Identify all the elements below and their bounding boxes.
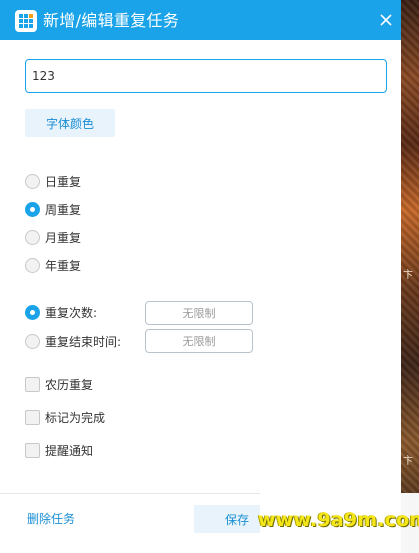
radio-button-selected[interactable]	[25, 201, 40, 217]
checkbox-mark-complete[interactable]: 标记为完成	[25, 407, 105, 427]
background-glyph: 卞	[403, 270, 413, 281]
radio-label: 月重复	[45, 230, 82, 245]
font-color-button[interactable]: 字体颜色	[25, 109, 115, 137]
radio-label: 周重复	[45, 202, 82, 217]
checkbox-label: 提醒通知	[45, 443, 94, 458]
footer-divider	[0, 493, 260, 494]
checkbox[interactable]	[25, 376, 40, 392]
window-title: 新增/编辑重复任务	[43, 11, 180, 30]
checkbox[interactable]	[25, 442, 40, 458]
radio-daily-repeat[interactable]: 日重复	[25, 171, 81, 191]
repeat-task-dialog: 新增/编辑重复任务 字体颜色 日重复 周重复 月重复 年重复 重复次数: 重复结…	[0, 0, 401, 553]
repeat-count-field[interactable]	[145, 301, 253, 325]
radio-label: 年重复	[45, 258, 82, 273]
title-bar[interactable]: 新增/编辑重复任务	[0, 0, 401, 40]
radio-repeat-count[interactable]: 重复次数:	[25, 302, 97, 322]
app-grid-icon	[15, 10, 37, 32]
radio-button[interactable]	[25, 229, 40, 245]
save-button[interactable]: 保存	[194, 505, 260, 533]
checkbox-label: 农历重复	[45, 377, 94, 392]
radio-button[interactable]	[25, 333, 40, 349]
radio-button[interactable]	[25, 173, 40, 189]
delete-task-link[interactable]: 删除任务	[27, 511, 75, 527]
radio-monthly-repeat[interactable]: 月重复	[25, 227, 81, 247]
radio-label: 重复结束时间:	[45, 334, 122, 349]
radio-label: 重复次数:	[45, 305, 98, 320]
radio-weekly-repeat[interactable]: 周重复	[25, 199, 81, 219]
task-name-input[interactable]	[25, 59, 387, 93]
checkbox-reminder[interactable]: 提醒通知	[25, 440, 93, 460]
repeat-end-time-field[interactable]	[145, 329, 253, 353]
radio-repeat-end-time[interactable]: 重复结束时间:	[25, 331, 121, 351]
radio-button[interactable]	[25, 257, 40, 273]
checkbox-lunar-repeat[interactable]: 农历重复	[25, 374, 93, 394]
checkbox-label: 标记为完成	[45, 410, 106, 425]
background-glyph: 卞	[403, 456, 413, 467]
close-icon[interactable]	[376, 10, 396, 30]
radio-label: 日重复	[45, 174, 82, 189]
site-watermark: www.9a9m.com	[258, 509, 419, 531]
checkbox[interactable]	[25, 409, 40, 425]
radio-button-selected[interactable]	[25, 304, 40, 320]
radio-yearly-repeat[interactable]: 年重复	[25, 255, 81, 275]
